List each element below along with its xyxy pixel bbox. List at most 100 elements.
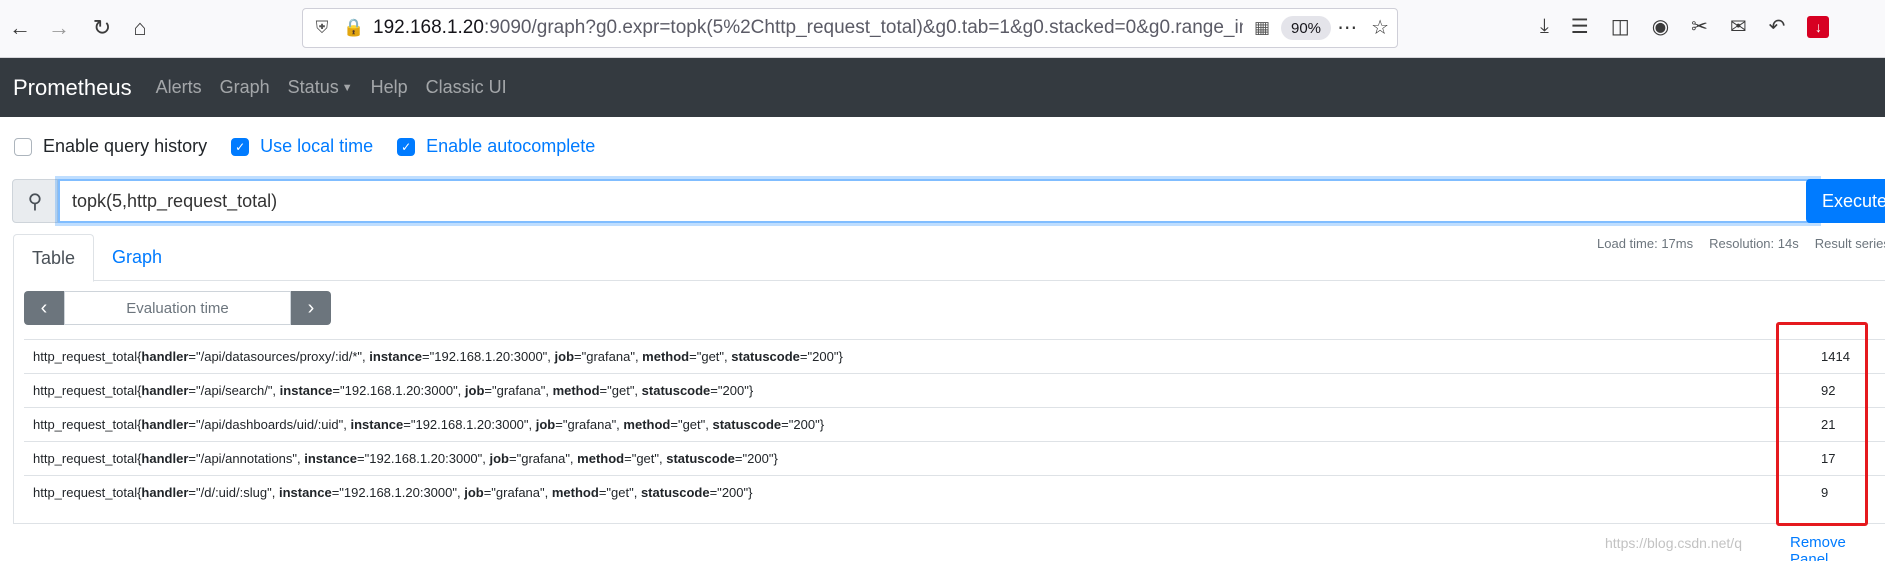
query-options: Enable query history ✓ Use local time ✓ … (14, 136, 619, 157)
zoom-badge[interactable]: 90% (1281, 16, 1332, 40)
label-value: /api/annotations (200, 451, 293, 466)
label-value: 200 (812, 349, 834, 364)
series-labels: http_request_total{handler="/api/datasou… (33, 349, 843, 364)
label-key: instance (279, 383, 333, 398)
label-value: grafana (586, 349, 631, 364)
table-row: http_request_total{handler="/d/:uid/:slu… (24, 475, 1885, 510)
insecure-lock-icon[interactable]: 🔒 (341, 15, 367, 41)
query-stats: Load time: 17ms Resolution: 14s Result s… (1597, 236, 1885, 251)
query-history-toggle[interactable]: Enable query history (14, 136, 207, 157)
crop-icon[interactable]: ✂ (1691, 14, 1708, 39)
nav-status-label: Status (287, 77, 339, 97)
query-history-label: Enable query history (43, 136, 208, 156)
metric-name: http_request_total (33, 485, 138, 501)
label-value: grafana (496, 383, 541, 398)
label-value: get (611, 383, 630, 398)
table-row: http_request_total{handler="/api/dashboa… (24, 407, 1885, 442)
query-row: ⚲ topk(5,http_request_total) (12, 179, 1818, 223)
autocomplete-checkbox[interactable]: ✓ (397, 137, 416, 156)
chevron-left-icon[interactable]: ‹ (24, 291, 64, 325)
more-icon[interactable]: ⋯ (1337, 15, 1357, 40)
label-key: method (551, 485, 599, 501)
nav-status-dropdown[interactable]: Status ▼ (288, 77, 353, 98)
autocomplete-toggle[interactable]: ✓ Enable autocomplete (397, 136, 595, 157)
label-key: statuscode (641, 383, 711, 398)
query-history-checkbox[interactable] (14, 137, 32, 156)
execute-button[interactable]: Execute (1806, 179, 1885, 223)
label-key: job (554, 349, 575, 364)
local-time-checkbox[interactable]: ✓ (231, 137, 250, 156)
label-value: get (636, 451, 655, 466)
download-icon[interactable]: ⤓ (1540, 15, 1549, 38)
label-value: 200 (747, 451, 769, 466)
tab-table[interactable]: Table (13, 234, 95, 282)
metric-name: http_request_total (33, 417, 138, 432)
search-icon: ⚲ (12, 179, 58, 223)
forward-arrow-icon[interactable]: → (43, 12, 75, 44)
label-key: instance (278, 485, 332, 501)
undo-icon[interactable]: ↶ (1769, 14, 1786, 39)
load-time: Load time: 17ms (1597, 236, 1694, 251)
nav-alerts[interactable]: Alerts (156, 77, 202, 98)
label-value: get (682, 417, 701, 432)
label-value: 200 (722, 383, 745, 398)
metric-name: http_request_total (33, 349, 138, 364)
evaluation-time-picker: ‹ Evaluation time › (24, 291, 331, 325)
prometheus-navbar: Prometheus Alerts Graph Status ▼ Help Cla… (0, 58, 1885, 117)
label-value: /api/search/ (200, 383, 268, 398)
bookmark-star-icon[interactable]: ☆ (1371, 15, 1389, 40)
watermark: https://blog.csdn.net/q (1605, 535, 1742, 551)
label-key: handler (141, 349, 189, 364)
evaluation-time-input[interactable]: Evaluation time (64, 291, 291, 325)
nav-classic-ui[interactable]: Classic UI (426, 77, 507, 98)
local-time-label: Use local time (260, 136, 374, 156)
chevron-right-icon[interactable]: › (291, 291, 331, 325)
label-value: /d/:uid/:slug (200, 485, 268, 501)
nav-help[interactable]: Help (371, 77, 408, 98)
caret-down-icon: ▼ (341, 82, 353, 95)
label-value: 192.168.1.20:3000 (344, 383, 454, 398)
label-key: method (552, 383, 600, 398)
sidebar-icon[interactable]: ◫ (1611, 14, 1630, 39)
value-highlight-box (1776, 322, 1868, 526)
chat-icon[interactable]: ✉ (1730, 14, 1747, 39)
metric-name: http_request_total (33, 383, 138, 398)
shield-icon[interactable]: ⛨ (309, 15, 335, 41)
extension-icon[interactable]: ↓ (1807, 15, 1830, 38)
label-value: 192.168.1.20:3000 (369, 451, 478, 466)
library-icon[interactable]: ☰ (1571, 14, 1589, 39)
reload-icon[interactable]: ↻ (86, 12, 118, 44)
result-series: Result series (1814, 236, 1885, 251)
label-value: 200 (793, 417, 816, 432)
series-labels: http_request_total{handler="/d/:uid/:slu… (33, 485, 753, 501)
brand-logo[interactable]: Prometheus (13, 75, 132, 101)
label-value: 192.168.1.20:3000 (343, 485, 453, 501)
label-key: instance (369, 349, 423, 364)
label-key: instance (350, 417, 404, 432)
back-arrow-icon[interactable]: ← (4, 12, 36, 44)
label-value: grafana (567, 417, 612, 432)
label-key: handler (141, 383, 189, 398)
autocomplete-label: Enable autocomplete (426, 136, 596, 156)
url-text[interactable]: 192.168.1.20:9090/graph?g0.expr=topk(5%2… (373, 17, 1243, 39)
table-row: http_request_total{handler="/api/datasou… (24, 339, 1885, 374)
metric-name: http_request_total (33, 451, 138, 466)
label-value: get (611, 485, 630, 501)
series-labels: http_request_total{handler="/api/dashboa… (33, 417, 825, 432)
expression-input[interactable]: topk(5,http_request_total) (58, 179, 1818, 223)
label-value: grafana (495, 485, 541, 501)
label-key: job (535, 417, 556, 432)
qr-code-icon[interactable]: ▦ (1249, 15, 1275, 41)
home-icon[interactable]: ⌂ (124, 12, 156, 44)
label-key: statuscode (731, 349, 800, 364)
series-labels: http_request_total{handler="/api/annotat… (33, 451, 778, 466)
label-key: handler (141, 417, 189, 432)
account-icon[interactable]: ◉ (1652, 14, 1669, 39)
local-time-toggle[interactable]: ✓ Use local time (231, 136, 373, 157)
address-bar[interactable]: ⛨ 🔒 192.168.1.20:9090/graph?g0.expr=topk… (302, 8, 1398, 48)
tab-graph[interactable]: Graph (94, 234, 180, 281)
series-labels: http_request_total{handler="/api/search/… (33, 383, 754, 398)
label-key: method (642, 349, 690, 364)
nav-graph[interactable]: Graph (220, 77, 270, 98)
remove-panel-link[interactable]: Remove Panel (1790, 534, 1885, 561)
